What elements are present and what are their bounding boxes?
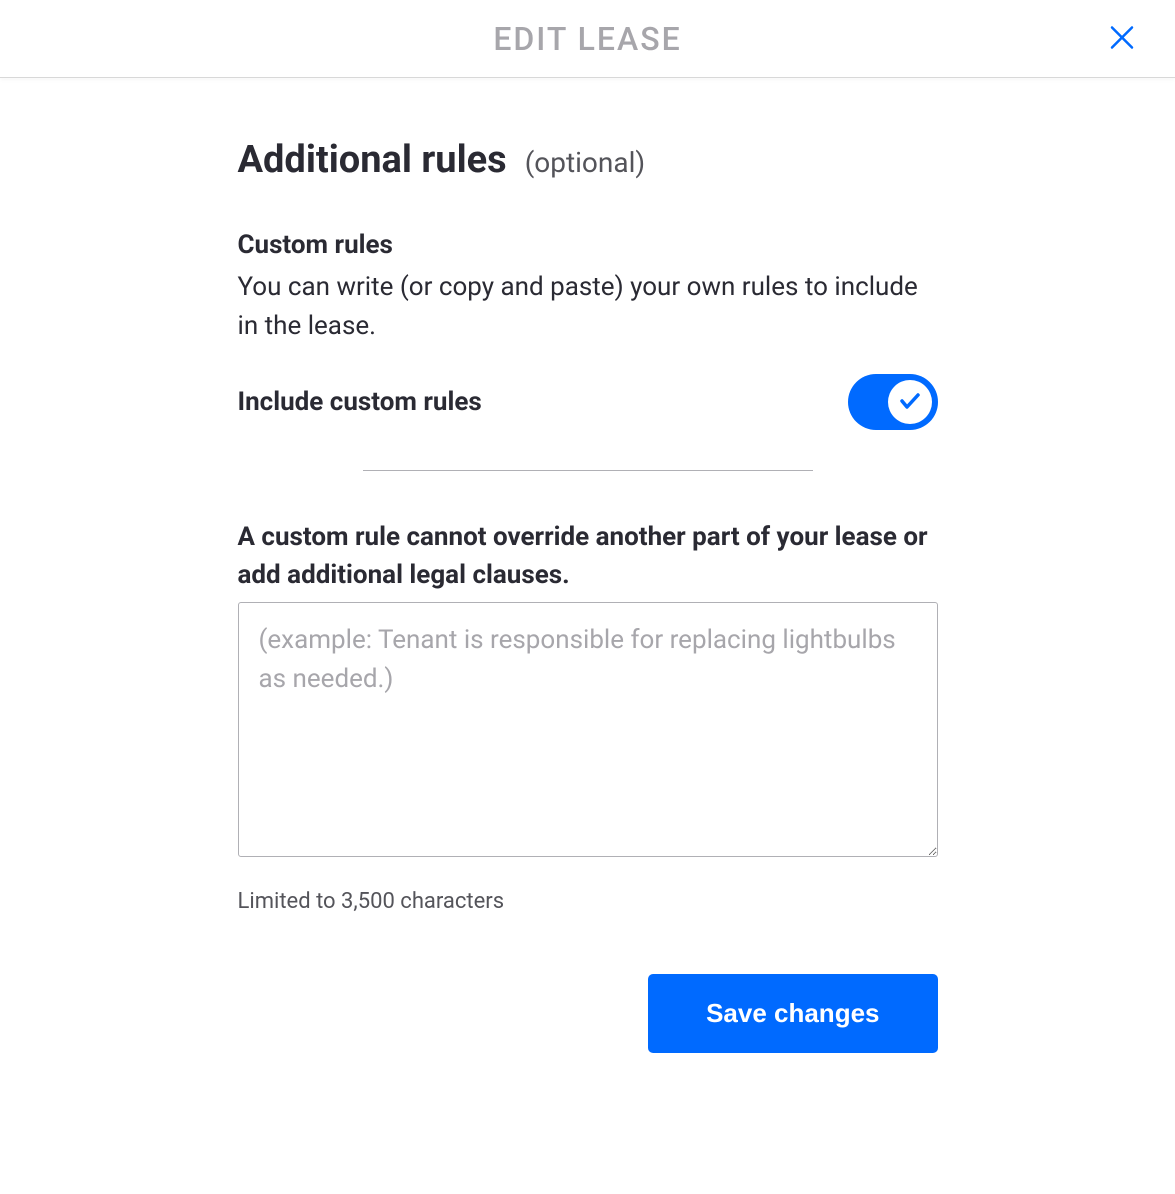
close-button[interactable] — [1099, 14, 1145, 63]
section-title: Additional rules — [238, 138, 507, 182]
button-row: Save changes — [238, 974, 938, 1053]
toggle-knob — [888, 380, 932, 424]
custom-rule-warning: A custom rule cannot override another pa… — [238, 519, 938, 594]
modal-content: Additional rules (optional) Custom rules… — [238, 78, 938, 1133]
custom-rules-description: You can write (or copy and paste) your o… — [238, 268, 938, 346]
divider — [363, 470, 813, 471]
save-changes-button[interactable]: Save changes — [648, 974, 937, 1053]
custom-rules-textarea[interactable] — [238, 602, 938, 857]
modal-title: EDIT LEASE — [493, 20, 681, 58]
include-custom-rules-label: Include custom rules — [238, 387, 482, 417]
checkmark-icon — [898, 389, 922, 416]
close-icon — [1107, 22, 1137, 55]
custom-rules-subheading: Custom rules — [238, 230, 938, 260]
character-limit-text: Limited to 3,500 characters — [238, 889, 938, 914]
optional-label: (optional) — [525, 146, 645, 179]
include-custom-rules-toggle[interactable] — [848, 374, 938, 430]
include-custom-rules-row: Include custom rules — [238, 374, 938, 430]
modal-header: EDIT LEASE — [0, 0, 1175, 78]
section-heading: Additional rules (optional) — [238, 138, 938, 182]
